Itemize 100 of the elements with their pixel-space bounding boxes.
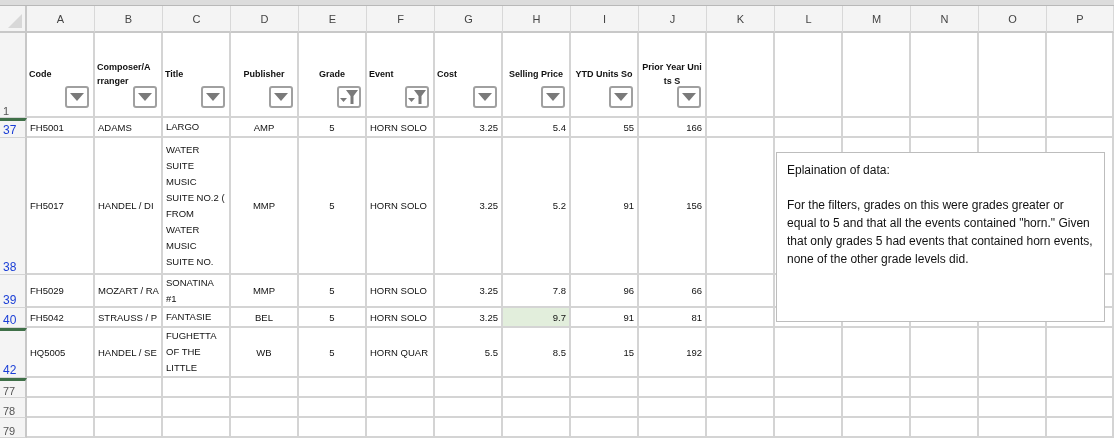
column-title: Event	[369, 67, 395, 81]
row-number[interactable]: 1	[0, 33, 27, 118]
table-cell: ADAMS	[95, 118, 163, 138]
table-cell	[979, 418, 1047, 438]
column-header[interactable]: N	[911, 6, 979, 33]
column-header[interactable]: F	[367, 6, 435, 33]
table-cell: 3.25	[435, 118, 503, 138]
table-cell: 9.7	[503, 308, 571, 328]
column-header[interactable]: L	[775, 6, 843, 33]
caret-icon	[478, 93, 492, 101]
column-header[interactable]: G	[435, 6, 503, 33]
filter-icon	[340, 90, 358, 104]
column-title: Composer/Arranger	[97, 61, 151, 88]
column-header[interactable]: H	[503, 6, 571, 33]
table-cell	[571, 418, 639, 438]
table-cell	[95, 418, 163, 438]
table-cell	[95, 398, 163, 418]
table-cell: HANDEL / DI	[95, 138, 163, 275]
column-title: Grade	[318, 67, 346, 81]
row-number[interactable]: 38	[0, 138, 27, 275]
table-cell: 5	[299, 275, 367, 308]
filter-button[interactable]	[677, 86, 701, 108]
caret-icon	[682, 93, 696, 101]
table-cell: AMP	[231, 118, 299, 138]
table-cell: 5	[299, 118, 367, 138]
table-cell: 91	[571, 138, 639, 275]
table-cell	[979, 398, 1047, 418]
table-cell	[1047, 328, 1114, 378]
column-title: Prior Year Units S	[641, 61, 703, 88]
column-title: YTD Units So	[574, 67, 634, 81]
filter-button[interactable]	[473, 86, 497, 108]
text-box[interactable]	[776, 152, 1105, 322]
table-cell	[843, 398, 911, 418]
table-cell	[367, 418, 435, 438]
table-cell: 5.4	[503, 118, 571, 138]
table-cell: HORN SOLO	[367, 118, 435, 138]
table-cell: SONATINA #1	[163, 275, 231, 308]
table-cell	[27, 378, 95, 398]
filter-button[interactable]	[133, 86, 157, 108]
column-header[interactable]: I	[571, 6, 639, 33]
filter-button[interactable]	[201, 86, 225, 108]
column-header[interactable]: C	[163, 6, 231, 33]
column-header[interactable]: K	[707, 6, 775, 33]
row-number[interactable]: 42	[0, 328, 27, 378]
filter-button[interactable]	[541, 86, 565, 108]
column-header[interactable]: M	[843, 6, 911, 33]
table-cell	[1047, 378, 1114, 398]
table-cell	[367, 378, 435, 398]
table-cell: 3.25	[435, 138, 503, 275]
row-number[interactable]: 77	[0, 378, 27, 398]
table-cell	[27, 418, 95, 438]
filter-button[interactable]	[65, 86, 89, 108]
column-header[interactable]: A	[27, 6, 95, 33]
table-cell: WATER SUITE MUSIC SUITE NO.2 ( FROM WATER MUSIC SUITE NO.	[163, 138, 231, 275]
table-cell	[775, 398, 843, 418]
table-cell	[775, 418, 843, 438]
table-cell	[843, 328, 911, 378]
table-cell: 81	[639, 308, 707, 328]
row-number[interactable]: 79	[0, 418, 27, 438]
filter-button[interactable]	[269, 86, 293, 108]
table-cell	[299, 378, 367, 398]
table-cell: MOZART / RA	[95, 275, 163, 308]
row-number[interactable]: 40	[0, 308, 27, 328]
table-cell	[1047, 398, 1114, 418]
caret-icon	[206, 93, 220, 101]
table-cell: 96	[571, 275, 639, 308]
table-cell	[503, 418, 571, 438]
column-header[interactable]: B	[95, 6, 163, 33]
table-cell: 5.2	[503, 138, 571, 275]
table-cell	[27, 398, 95, 418]
table-cell	[911, 398, 979, 418]
row-number[interactable]: 37	[0, 118, 27, 138]
table-cell	[979, 328, 1047, 378]
table-cell: 15	[571, 328, 639, 378]
table-cell: 156	[639, 138, 707, 275]
column-header[interactable]: J	[639, 6, 707, 33]
table-cell: 5	[299, 308, 367, 328]
column-header[interactable]: O	[979, 6, 1047, 33]
table-cell: HQ5005	[27, 328, 95, 378]
row-number[interactable]: 78	[0, 398, 27, 418]
table-cell: 5	[299, 328, 367, 378]
column-title: Selling Price	[508, 67, 564, 81]
filter-button[interactable]	[337, 86, 361, 108]
column-header[interactable]: E	[299, 6, 367, 33]
table-cell: FANTASIE	[163, 308, 231, 328]
column-header[interactable]: D	[231, 6, 299, 33]
row-number[interactable]: 39	[0, 275, 27, 308]
table-cell	[231, 398, 299, 418]
table-cell: 166	[639, 118, 707, 138]
table-cell: 192	[639, 328, 707, 378]
table-cell	[231, 418, 299, 438]
table-cell: 5	[299, 138, 367, 275]
filter-button[interactable]	[609, 86, 633, 108]
table-cell: FH5029	[27, 275, 95, 308]
column-header[interactable]: P	[1047, 6, 1114, 33]
table-cell	[911, 328, 979, 378]
table-cell: BEL	[231, 308, 299, 328]
column-title: Code	[29, 67, 53, 81]
caret-icon	[614, 93, 628, 101]
filter-button[interactable]	[405, 86, 429, 108]
